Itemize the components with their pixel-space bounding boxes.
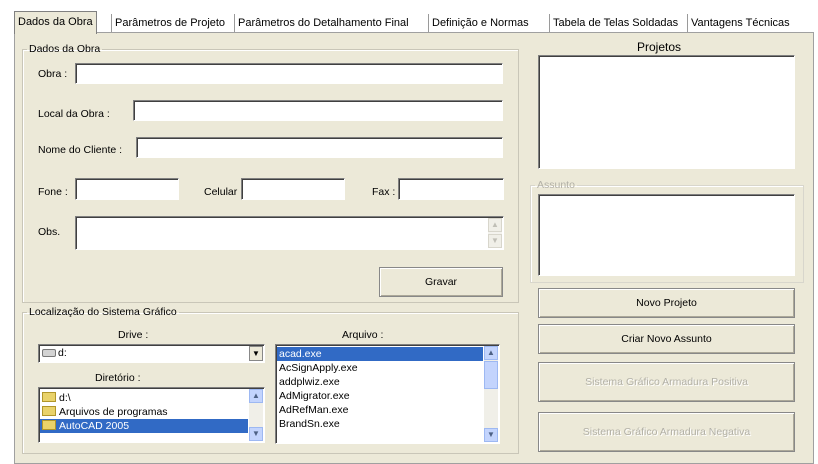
folder-icon	[42, 420, 56, 431]
arquivo-list[interactable]: acad.exe AcSignApply.exe addplwiz.exe AdMig…	[275, 344, 500, 444]
hard-drive-icon	[42, 349, 56, 358]
file-item[interactable]: AdRefMan.exe	[277, 403, 483, 417]
drive-select-value: d:	[58, 347, 67, 359]
drive-label: Drive :	[118, 329, 149, 341]
directory-item[interactable]: Arquivos de programas	[40, 405, 248, 419]
armadura-positiva-button[interactable]: Sistema Gráfico Armadura Positiva	[538, 362, 795, 402]
novo-projeto-button[interactable]: Novo Projeto	[538, 288, 795, 318]
dropdown-arrow-icon[interactable]: ▼	[249, 346, 263, 361]
file-item[interactable]: BrandSn.exe	[277, 417, 483, 431]
local-obra-input[interactable]	[133, 100, 503, 121]
diretorio-label: Diretório :	[95, 372, 141, 384]
tab-definicao-normas[interactable]: Definição e Normas	[428, 14, 532, 32]
obra-label: Obra :	[38, 68, 68, 80]
file-item[interactable]: AcSignApply.exe	[277, 361, 483, 375]
up-arrow-icon[interactable]: ▲	[488, 218, 502, 232]
file-item-label: addplwiz.exe	[279, 376, 340, 388]
tab-vantagens-tecnicas[interactable]: Vantagens Técnicas	[687, 14, 793, 32]
folder-icon	[42, 406, 56, 417]
tab-dados-da-obra[interactable]: Dados da Obra	[14, 11, 97, 34]
file-item[interactable]: acad.exe	[277, 347, 483, 361]
criar-assunto-button[interactable]: Criar Novo Assunto	[538, 324, 795, 354]
fax-input[interactable]	[398, 178, 504, 200]
celular-input[interactable]	[241, 178, 345, 200]
up-arrow-icon[interactable]: ▲	[249, 389, 263, 403]
assunto-legend: Assunto	[537, 179, 575, 191]
arquivo-items: acad.exe AcSignApply.exe addplwiz.exe AdMig…	[277, 347, 483, 431]
projetos-title: Projetos	[637, 40, 682, 54]
file-item-label: acad.exe	[279, 348, 322, 360]
file-item-label: BrandSn.exe	[279, 418, 340, 430]
celular-label: Celular :	[204, 186, 244, 198]
arquivo-label: Arquivo :	[342, 329, 384, 341]
scroll-thumb[interactable]	[484, 361, 498, 389]
diretorio-list[interactable]: d:\ Arquivos de programas AutoCAD 2005 ▲ ▼	[38, 387, 265, 443]
tab-parametros-detalhamento[interactable]: Parâmetros do Detalhamento Final	[234, 14, 412, 32]
down-arrow-icon[interactable]: ▼	[488, 234, 502, 248]
obs-scrollbar[interactable]: ▲ ▼	[488, 218, 502, 248]
gravar-button[interactable]: Gravar	[379, 267, 503, 297]
obs-textarea[interactable]: ▲ ▼	[75, 216, 504, 250]
file-item-label: AdMigrator.exe	[279, 390, 350, 402]
folder-icon	[42, 392, 56, 403]
down-arrow-icon[interactable]: ▼	[484, 428, 498, 442]
fax-label: Fax :	[372, 186, 396, 198]
file-item-label: AcSignApply.exe	[279, 362, 358, 374]
drive-select[interactable]: d: ▼	[38, 344, 265, 363]
local-obra-label: Local da Obra :	[38, 108, 110, 120]
file-item[interactable]: AdMigrator.exe	[277, 389, 483, 403]
fone-input[interactable]	[75, 178, 179, 200]
armadura-negativa-button[interactable]: Sistema Gráfico Armadura Negativa	[538, 412, 795, 452]
tab-parametros-projeto[interactable]: Parâmetros de Projeto	[111, 14, 228, 32]
diretorio-items: d:\ Arquivos de programas AutoCAD 2005	[40, 391, 248, 433]
nome-cliente-input[interactable]	[136, 137, 503, 158]
localizacao-legend: Localização do Sistema Gráfico	[29, 306, 177, 318]
file-item[interactable]: addplwiz.exe	[277, 375, 483, 389]
directory-item-label: AutoCAD 2005	[59, 420, 130, 432]
directory-item[interactable]: d:\	[40, 391, 248, 405]
tab-strip: Dados da Obra Parâmetros de Projeto Parâ…	[14, 11, 814, 34]
fone-label: Fone :	[38, 186, 68, 198]
up-arrow-icon[interactable]: ▲	[484, 346, 498, 360]
arquivo-scrollbar[interactable]: ▲ ▼	[484, 346, 498, 442]
obra-input[interactable]	[75, 63, 503, 84]
directory-item-label: d:\	[59, 392, 71, 404]
file-item-label: AdRefMan.exe	[279, 404, 349, 416]
obs-label: Obs.	[38, 226, 61, 238]
projetos-list[interactable]	[538, 55, 795, 169]
assunto-list[interactable]	[538, 194, 795, 276]
directory-item-label: Arquivos de programas	[59, 406, 168, 418]
diretorio-scrollbar[interactable]: ▲ ▼	[249, 389, 263, 441]
dados-obra-legend: Dados da Obra	[29, 43, 101, 55]
directory-item[interactable]: AutoCAD 2005	[40, 419, 248, 433]
drive-select-value-wrap: d:	[42, 347, 67, 360]
tab-tabela-telas[interactable]: Tabela de Telas Soldadas	[549, 14, 681, 32]
nome-cliente-label: Nome do Cliente :	[38, 144, 123, 156]
down-arrow-icon[interactable]: ▼	[249, 427, 263, 441]
